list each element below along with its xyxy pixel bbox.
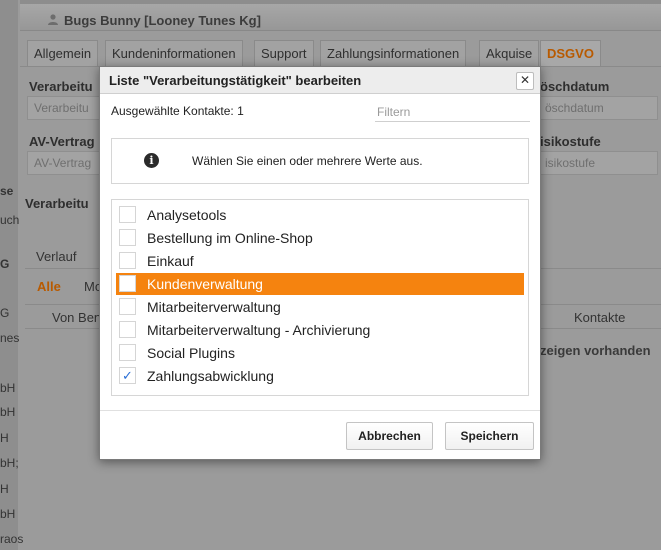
field-label-loeschdatum: öschdatum [540, 79, 610, 94]
tab-dsgvo[interactable]: DSGVO [540, 40, 601, 67]
left-edge-text: H [0, 431, 9, 445]
close-icon[interactable]: ✕ [516, 72, 534, 90]
list-item-label: Zahlungsabwicklung [147, 368, 274, 384]
left-edge-text: bH; [0, 456, 19, 470]
selected-contacts-count: Ausgewählte Kontakte: 1 [111, 104, 244, 118]
checkmark-icon: ✓ [122, 368, 133, 383]
checkbox[interactable] [119, 321, 136, 338]
info-icon: i [144, 153, 159, 168]
left-edge-text: bH [0, 405, 16, 419]
column-kontakte: Kontakte [574, 310, 626, 325]
tab-support[interactable]: Support [254, 40, 314, 67]
list-item-mitarbeiterverwaltung[interactable]: Mitarbeiterverwaltung [116, 296, 524, 318]
footer-divider [100, 410, 540, 411]
field-loeschdatum[interactable]: öschdatum [538, 96, 658, 120]
field-risikostufe[interactable]: isikostufe [538, 151, 658, 175]
filter-alle[interactable]: Alle [37, 279, 61, 294]
list-item-zahlungsabwicklung[interactable]: ✓ Zahlungsabwicklung [116, 365, 524, 387]
window-titlebar: Bugs Bunny [Looney Tunes Kg] [20, 4, 661, 31]
list-item-einkauf[interactable]: Einkauf [116, 250, 524, 272]
edit-list-dialog: Liste "Verarbeitungstätigkeit" bearbeite… [99, 66, 541, 460]
checkbox[interactable] [119, 298, 136, 315]
list-item-analysetools[interactable]: Analysetools [116, 204, 524, 226]
left-edge-text: G [0, 306, 10, 320]
subtab-verlauf[interactable]: Verlauf [36, 249, 76, 264]
window-title: Bugs Bunny [Looney Tunes Kg] [64, 13, 261, 28]
list-item-label: Analysetools [147, 207, 227, 223]
left-edge-text: raos [0, 532, 24, 546]
left-edge-text: bH [0, 507, 16, 521]
user-icon [48, 14, 58, 25]
list-item-kundenverwaltung[interactable]: Kundenverwaltung [116, 273, 524, 295]
list-item-mitarbeiterverwaltung-archivierung[interactable]: Mitarbeiterverwaltung - Archivierung [116, 319, 524, 341]
dialog-title: Liste "Verarbeitungstätigkeit" bearbeite… [109, 73, 362, 88]
field-label-risikostufe: isikostufe [540, 134, 601, 149]
left-edge-text: uch [0, 213, 20, 227]
empty-table-message: zeigen vorhanden [540, 343, 651, 358]
cancel-button[interactable]: Abbrechen [346, 422, 433, 450]
checkbox[interactable] [119, 275, 136, 292]
section-label-verarbeitung: Verarbeitu [25, 196, 89, 211]
left-edge-text: nes [0, 331, 20, 345]
list-item-label: Mitarbeiterverwaltung - Archivierung [147, 322, 371, 338]
left-edge-text: se [0, 184, 14, 198]
field-label-av-vertrag: AV-Vertrag [29, 134, 95, 149]
list-item-bestellung-online-shop[interactable]: Bestellung im Online-Shop [116, 227, 524, 249]
info-text: Wählen Sie einen oder mehrere Werte aus. [192, 154, 423, 168]
list-item-label: Kundenverwaltung [147, 276, 263, 292]
list-item-social-plugins[interactable]: Social Plugins [116, 342, 524, 364]
tab-allgemein[interactable]: Allgemein [27, 40, 99, 67]
left-edge-text: H [0, 482, 9, 496]
checkbox[interactable] [119, 252, 136, 269]
options-list: Analysetools Bestellung im Online-Shop E… [111, 199, 529, 396]
info-box: i Wählen Sie einen oder mehrere Werte au… [111, 138, 529, 184]
list-item-label: Einkauf [147, 253, 194, 269]
list-item-label: Bestellung im Online-Shop [147, 230, 313, 246]
tab-akquise[interactable]: Akquise [479, 40, 540, 67]
left-edge-text: bH [0, 381, 16, 395]
list-item-label: Social Plugins [147, 345, 235, 361]
tab-zahlungsinformationen[interactable]: Zahlungsinformationen [320, 40, 467, 67]
tab-kundeninformationen[interactable]: Kundeninformationen [105, 40, 243, 67]
field-verarbeitung[interactable]: Verarbeitu [27, 96, 101, 120]
list-item-label: Mitarbeiterverwaltung [147, 299, 281, 315]
field-label-verarbeitung: Verarbeitu [29, 79, 93, 94]
column-von-benutzer: Von Ben [52, 310, 102, 325]
filter-input[interactable] [375, 103, 530, 122]
checkbox[interactable] [119, 229, 136, 246]
checkbox[interactable] [119, 206, 136, 223]
checkbox-checked[interactable]: ✓ [119, 367, 136, 384]
checkbox[interactable] [119, 344, 136, 361]
field-av-vertrag[interactable]: AV-Vertrag [27, 151, 101, 175]
dialog-header: Liste "Verarbeitungstätigkeit" bearbeite… [100, 67, 540, 94]
left-edge-text: G [0, 257, 10, 271]
save-button[interactable]: Speichern [445, 422, 534, 450]
